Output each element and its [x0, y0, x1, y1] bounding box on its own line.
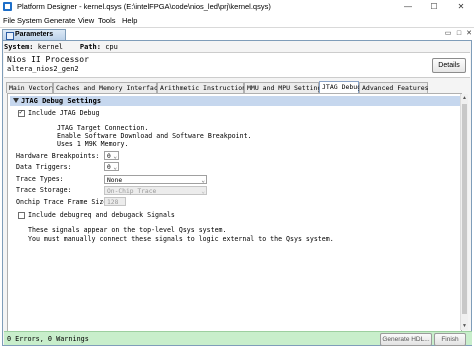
- minimize-button[interactable]: —: [396, 0, 420, 14]
- collapse-arrow-icon[interactable]: [13, 98, 19, 103]
- scroll-down-icon[interactable]: ▼: [461, 322, 468, 330]
- vertical-scrollbar[interactable]: ▲ ▼: [460, 94, 468, 330]
- trace-types-label: Trace Types:: [16, 175, 64, 183]
- status-messages[interactable]: 0 Errors, 0 Warnings: [7, 335, 89, 343]
- status-bar: 0 Errors, 0 Warnings Generate HDL... Fin…: [4, 331, 472, 346]
- menu-system[interactable]: System: [17, 16, 42, 25]
- maximize-button[interactable]: ☐: [422, 0, 446, 14]
- tab-main-vectors[interactable]: Main Vectors: [6, 82, 56, 93]
- component-id: altera_nios2_gen2: [7, 65, 79, 73]
- section-title: JTAG Debug Settings: [21, 97, 102, 105]
- tab-advanced-features[interactable]: Advanced Features: [359, 82, 429, 93]
- parameters-icon: [6, 32, 14, 40]
- jtag-desc-line-1: JTAG Target Connection.: [57, 124, 149, 132]
- chevron-down-icon: ⌄: [201, 177, 205, 184]
- parameters-tab-label: Parameters: [15, 31, 54, 38]
- path-label: Path:: [79, 43, 101, 51]
- parameter-tabs: Main Vectors Caches and Memory Interface…: [6, 81, 468, 94]
- section-header[interactable]: JTAG Debug Settings: [10, 96, 461, 106]
- generate-hdl-button[interactable]: Generate HDL...: [380, 333, 432, 346]
- trace-storage-label: Trace Storage:: [16, 186, 72, 194]
- data-triggers-select[interactable]: 0 ⌄: [104, 162, 119, 171]
- data-triggers-label: Data Triggers:: [16, 163, 72, 171]
- menu-bar: File System Generate View Tools Help: [0, 15, 474, 28]
- scroll-thumb[interactable]: [462, 104, 467, 314]
- system-label: System:: [4, 43, 34, 51]
- window-titlebar: Platform Designer - kernel.qsys (E:\inte…: [0, 0, 474, 14]
- tab-arithmetic[interactable]: Arithmetic Instructions: [157, 82, 250, 93]
- jtag-desc-line-3: Uses 1 M9K Memory.: [57, 140, 129, 148]
- hw-breakpoints-select[interactable]: 0 ⌄: [104, 151, 119, 160]
- close-button[interactable]: ✕: [449, 0, 473, 14]
- debugreq-label: Include debugreq and debugack Signals: [28, 211, 175, 219]
- chevron-down-icon: ⌄: [113, 164, 117, 171]
- menu-file[interactable]: File: [3, 16, 15, 25]
- path-value: cpu: [105, 43, 118, 51]
- finish-button[interactable]: Finish: [434, 333, 466, 346]
- panel-maximize-icon[interactable]: □: [455, 30, 463, 38]
- debugreq-desc-line-2: You must manually connect these signals …: [28, 235, 334, 243]
- system-value: kernel: [37, 43, 64, 51]
- tab-mmu-mpu[interactable]: MMU and MPU Settings: [244, 82, 325, 93]
- debugreq-checkbox[interactable]: [18, 212, 25, 219]
- scroll-up-icon[interactable]: ▲: [461, 94, 468, 102]
- onchip-trace-field: 128: [104, 197, 126, 206]
- tab-caches-memory[interactable]: Caches and Memory Interfaces: [53, 82, 166, 93]
- chevron-down-icon: ⌄: [113, 153, 117, 160]
- details-button[interactable]: Details: [432, 58, 466, 73]
- menu-help[interactable]: Help: [122, 16, 137, 25]
- window-title: Platform Designer - kernel.qsys (E:\inte…: [17, 2, 271, 11]
- onchip-trace-label: Onchip Trace Frame Size:: [16, 198, 112, 206]
- system-path-line: System: kernel Path: cpu: [4, 43, 118, 51]
- menu-generate[interactable]: Generate: [44, 16, 75, 25]
- include-jtag-checkbox[interactable]: [18, 108, 25, 117]
- include-jtag-label: Include JTAG Debug: [28, 109, 100, 117]
- menu-view[interactable]: View: [78, 16, 94, 25]
- trace-types-select[interactable]: None ⌄: [104, 175, 207, 184]
- platform-designer-icon: [3, 2, 12, 11]
- component-header: Nios II Processor altera_nios2_gen2 Deta…: [4, 52, 470, 78]
- jtag-debug-content: JTAG Debug Settings Include JTAG Debug J…: [7, 93, 462, 332]
- trace-storage-select: On-Chip Trace ⌄: [104, 186, 207, 195]
- hw-breakpoints-label: Hardware Breakpoints:: [16, 152, 100, 160]
- jtag-desc-line-2: Enable Software Download and Software Br…: [57, 132, 252, 140]
- component-name: Nios II Processor: [7, 55, 89, 64]
- panel-close-icon[interactable]: ✕: [465, 30, 473, 38]
- chevron-down-icon: ⌄: [201, 188, 205, 195]
- panel-restore-icon[interactable]: ▭: [444, 30, 452, 38]
- debugreq-desc-line-1: These signals appear on the top-level Qs…: [28, 226, 227, 234]
- menu-tools[interactable]: Tools: [98, 16, 116, 25]
